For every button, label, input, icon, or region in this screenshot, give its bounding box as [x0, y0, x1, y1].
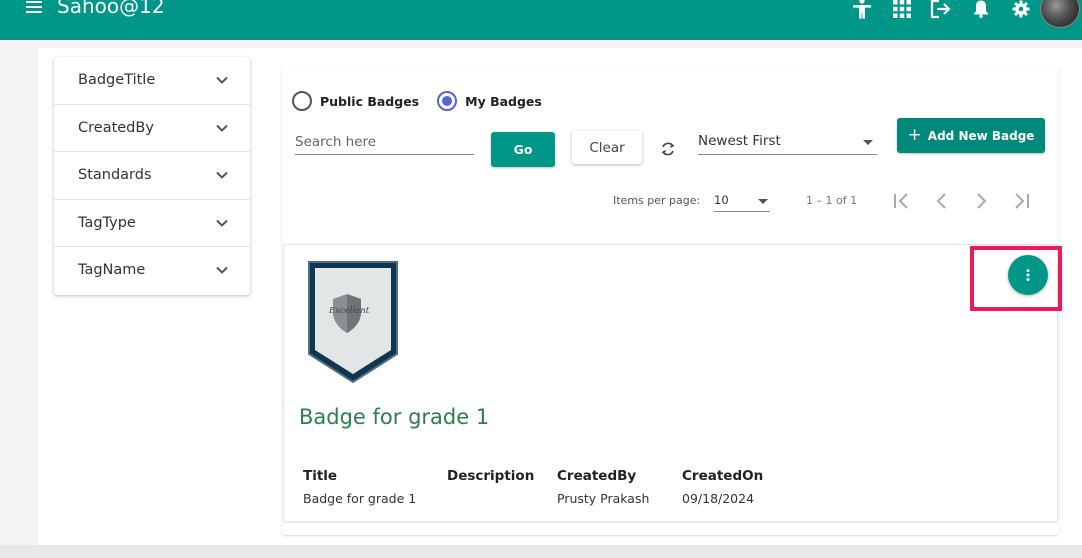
chevron-down-icon	[216, 124, 228, 132]
title-value: Badge for grade 1	[303, 491, 417, 506]
go-button[interactable]: Go	[491, 132, 555, 167]
dropdown-caret-icon	[863, 140, 873, 145]
public-badges-radio[interactable]	[292, 91, 312, 111]
created-on-value: 09/18/2024	[682, 491, 755, 506]
logout-icon[interactable]	[930, 0, 952, 20]
badge-title[interactable]: Badge for grade 1	[299, 405, 489, 429]
created-by-label: CreatedBy	[557, 468, 637, 484]
chevron-down-icon	[216, 219, 228, 227]
next-page-icon[interactable]	[971, 192, 991, 210]
notifications-icon[interactable]	[970, 0, 992, 20]
apps-grid-icon[interactable]	[891, 0, 913, 20]
app-title: Sahoo@12	[57, 0, 165, 18]
settings-icon[interactable]	[1010, 0, 1032, 20]
badge-emblem-image: Excellent	[308, 261, 398, 384]
filter-sidebar: BadgeTitle CreatedBy Standards TagType T…	[54, 57, 250, 295]
filter-label: CreatedBy	[78, 119, 154, 136]
page-range-label: 1 – 1 of 1	[806, 194, 858, 207]
filter-label: Standards	[78, 167, 152, 183]
search-input[interactable]	[295, 129, 474, 155]
highlight-box	[970, 246, 1062, 311]
first-page-icon[interactable]	[892, 192, 912, 210]
chevron-down-icon	[216, 171, 228, 179]
menu-icon[interactable]	[26, 1, 42, 15]
refresh-icon[interactable]	[660, 141, 676, 157]
accessibility-icon[interactable]	[851, 0, 873, 20]
items-per-page-label: Items per page:	[613, 194, 701, 207]
dropdown-caret-icon	[758, 199, 768, 204]
sort-select[interactable]: Newest First	[698, 129, 877, 155]
description-label: Description	[447, 468, 535, 484]
sort-value: Newest First	[698, 133, 781, 149]
filter-label: TagType	[78, 214, 136, 231]
my-badges-label[interactable]: My Badges	[465, 94, 542, 109]
previous-page-icon[interactable]	[932, 192, 952, 210]
badge-emblem-text: Excellent	[328, 306, 370, 316]
chevron-down-icon	[216, 266, 228, 274]
chevron-down-icon	[216, 76, 228, 84]
filter-tagname[interactable]: TagName	[54, 247, 250, 295]
filter-label: BadgeTitle	[78, 72, 156, 88]
badge-scope-radio-group: Public Badges My Badges	[292, 90, 542, 112]
filter-label: TagName	[78, 262, 146, 278]
filter-badgetitle[interactable]: BadgeTitle	[54, 57, 250, 105]
clear-button[interactable]: Clear	[572, 131, 642, 164]
public-badges-label[interactable]: Public Badges	[320, 94, 419, 109]
top-app-bar: Sahoo@12	[0, 0, 1082, 40]
created-on-label: CreatedOn	[682, 468, 764, 484]
title-label: Title	[303, 468, 338, 484]
avatar[interactable]	[1040, 0, 1080, 28]
add-new-badge-label: Add New Badge	[927, 128, 1035, 143]
plus-icon: +	[907, 125, 922, 145]
filter-standards[interactable]: Standards	[54, 152, 250, 200]
bottom-strip	[0, 545, 1082, 558]
filter-tagtype[interactable]: TagType	[54, 200, 250, 247]
filter-createdby[interactable]: CreatedBy	[54, 105, 250, 152]
my-badges-radio[interactable]	[437, 91, 458, 111]
items-per-page-select[interactable]: 10	[714, 192, 770, 212]
items-per-page-value: 10	[714, 193, 729, 207]
created-by-value: Prusty Prakash	[557, 491, 650, 506]
last-page-icon[interactable]	[1011, 192, 1031, 210]
add-new-badge-button[interactable]: + Add New Badge	[897, 118, 1045, 153]
